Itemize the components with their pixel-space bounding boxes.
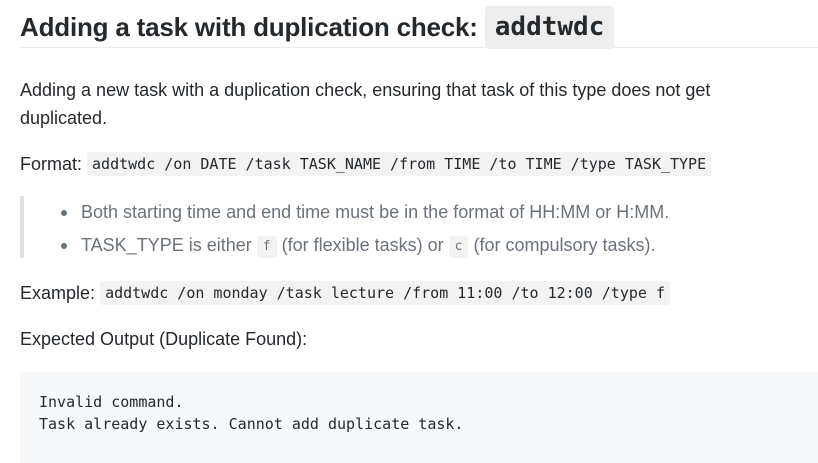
- expected-output-label: Expected Output (Duplicate Found):: [20, 329, 308, 349]
- example-code: addtwdc /on monday /task lecture /from 1…: [100, 281, 670, 305]
- output-line: Task already exists. Cannot add duplicat…: [39, 415, 464, 433]
- format-line: Format: addtwdc /on DATE /task TASK_NAME…: [20, 150, 712, 178]
- note-flexible-text: (for flexible tasks) or: [281, 235, 444, 255]
- intro-paragraph: Adding a new task with a duplication che…: [20, 80, 711, 128]
- notes-list: Both starting time and end time must be …: [24, 196, 780, 262]
- format-code: addtwdc /on DATE /task TASK_NAME /from T…: [87, 152, 712, 176]
- note-task-type-prefix: TASK_TYPE is either: [81, 235, 252, 255]
- note-time-format: Both starting time and end time must be …: [24, 196, 780, 229]
- notes-blockquote: Both starting time and end time must be …: [20, 196, 780, 258]
- bullet-icon: [61, 210, 67, 216]
- note-compulsory-text: (for compulsory tasks).: [473, 235, 656, 255]
- document-page: Adding a task with duplication check: ad…: [20, 0, 818, 463]
- note-compulsory-code: c: [448, 236, 469, 258]
- note-task-type: TASK_TYPE is either f (for flexible task…: [24, 229, 780, 262]
- section-heading-text: Adding a task with duplication check:: [20, 12, 478, 42]
- note-time-format-text: Both starting time and end time must be …: [81, 202, 670, 222]
- section-heading-command: addtwdc: [484, 6, 615, 49]
- section-heading: Adding a task with duplication check: ad…: [20, 0, 818, 49]
- bullet-icon: [61, 243, 67, 249]
- note-flexible-code: f: [256, 236, 277, 258]
- output-line: Invalid command.: [39, 393, 184, 411]
- example-label: Example:: [20, 283, 96, 303]
- example-line: Example: addtwdc /on monday /task lectur…: [20, 279, 670, 307]
- output-code-block: Invalid command. Task already exists. Can…: [20, 372, 818, 463]
- format-label: Format:: [20, 154, 83, 174]
